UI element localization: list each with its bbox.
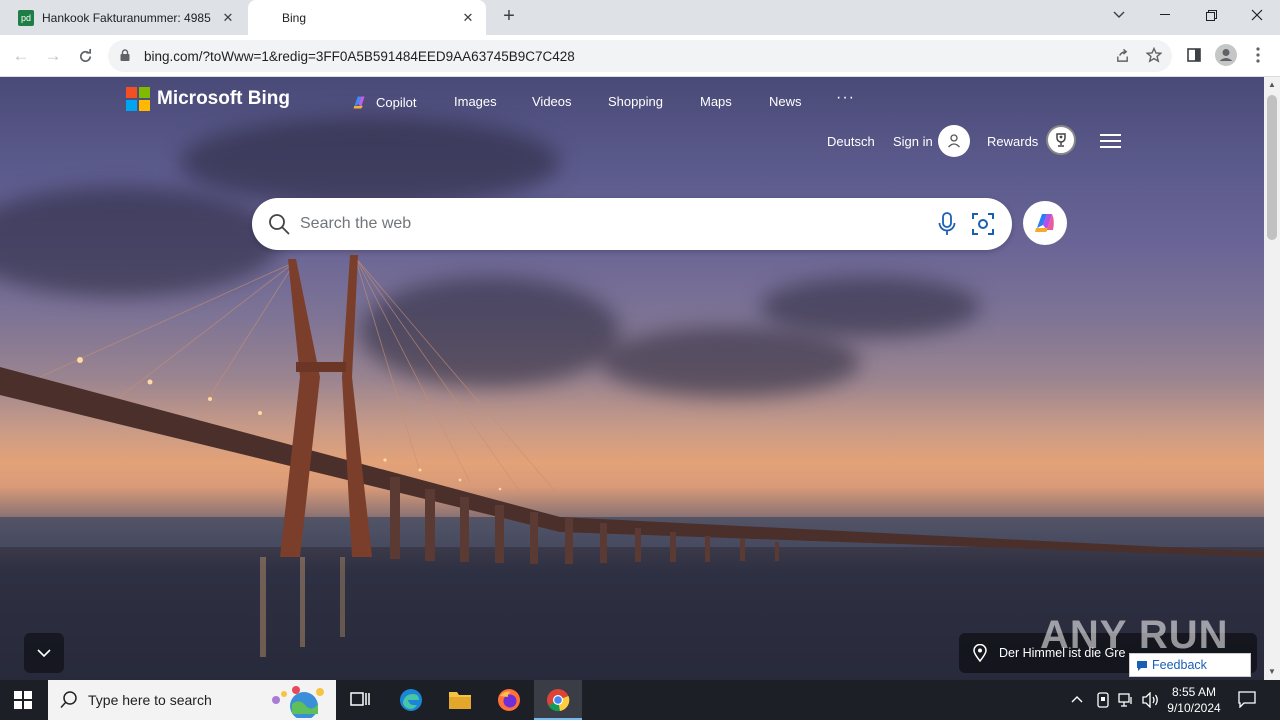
chrome-icon xyxy=(547,689,570,712)
forward-icon[interactable]: → xyxy=(38,41,68,71)
microsoft-logo-icon xyxy=(126,87,150,111)
nav-copilot[interactable]: Copilot xyxy=(351,94,416,111)
usb-device-icon[interactable] xyxy=(1096,692,1110,713)
bing-logo[interactable]: Microsoft Bing xyxy=(126,87,290,111)
document-favicon-icon: pd xyxy=(18,9,34,26)
copilot-icon xyxy=(353,96,365,109)
address-bar[interactable]: bing.com/?toWww=1&redig=3FF0A5B591484EED… xyxy=(108,40,1172,72)
language-link[interactable]: Deutsch xyxy=(827,134,875,149)
tab-strip: pd Hankook Fakturanummer: 4985 ✕ Bing ✕ … xyxy=(0,0,1280,35)
tab-hankook[interactable]: pd Hankook Fakturanummer: 4985 ✕ xyxy=(8,0,246,35)
url-text: bing.com/?toWww=1&redig=3FF0A5B591484EED… xyxy=(144,48,575,64)
windows-taskbar: Type here to search 8:55 AM 9/10/2024 xyxy=(0,680,1280,720)
rewards-trophy-icon[interactable] xyxy=(1046,125,1076,155)
scroll-down-button[interactable] xyxy=(24,633,64,673)
anyrun-watermark: ANY RUN xyxy=(1040,613,1229,657)
search-box xyxy=(252,198,1012,250)
new-tab-icon[interactable]: + xyxy=(498,6,520,28)
notifications-icon[interactable] xyxy=(1238,690,1256,713)
task-view-icon[interactable] xyxy=(350,690,370,715)
bridge-landscape-image xyxy=(0,255,1264,680)
feedback-button[interactable]: Feedback xyxy=(1129,653,1251,677)
firefox-icon[interactable] xyxy=(497,688,521,717)
menu-kebab-icon[interactable] xyxy=(1244,41,1272,69)
reload-icon[interactable] xyxy=(70,41,100,71)
feedback-icon xyxy=(1137,661,1147,671)
search-input[interactable] xyxy=(300,198,900,250)
side-panel-icon[interactable] xyxy=(1180,41,1208,69)
taskbar-search-box[interactable]: Type here to search xyxy=(48,680,336,720)
nav-shopping[interactable]: Shopping xyxy=(608,94,663,109)
search-highlight-globe-icon xyxy=(272,686,324,718)
file-explorer-icon[interactable] xyxy=(448,689,472,716)
copilot-button[interactable] xyxy=(1023,201,1067,245)
tray-overflow-chevron-icon[interactable] xyxy=(1071,692,1083,706)
clock-time: 8:55 AM xyxy=(1171,685,1217,699)
nav-videos[interactable]: Videos xyxy=(532,94,572,109)
rewards-link[interactable]: Rewards xyxy=(987,134,1038,149)
nav-news[interactable]: News xyxy=(769,94,802,109)
microphone-icon[interactable] xyxy=(938,212,956,236)
user-avatar-icon[interactable] xyxy=(938,125,970,157)
volume-icon[interactable] xyxy=(1142,691,1160,713)
restore-icon[interactable] xyxy=(1188,0,1234,30)
scroll-up-arrow-icon[interactable]: ▲ xyxy=(1268,80,1276,89)
lock-icon xyxy=(120,49,130,61)
minimize-icon[interactable] xyxy=(1142,0,1188,30)
tab-search-icon[interactable] xyxy=(1096,0,1142,30)
copilot-logo-icon xyxy=(1035,214,1054,232)
taskbar-search-placeholder: Type here to search xyxy=(88,692,212,708)
scrollbar-thumb[interactable] xyxy=(1267,95,1277,240)
bing-homepage: Microsoft Bing Copilot Images Videos Sho… xyxy=(0,77,1264,680)
sign-in-link[interactable]: Sign in xyxy=(893,134,933,149)
close-window-icon[interactable] xyxy=(1234,0,1280,30)
windows-start-icon[interactable] xyxy=(14,691,32,714)
chevron-down-icon xyxy=(37,649,51,657)
network-icon[interactable] xyxy=(1118,692,1134,713)
tab-title: Hankook Fakturanummer: 4985 xyxy=(42,10,211,25)
profile-avatar-icon[interactable] xyxy=(1212,41,1240,69)
nav-images[interactable]: Images xyxy=(454,94,497,109)
tab-bing[interactable]: Bing ✕ xyxy=(248,0,486,35)
bing-brand-text: Microsoft Bing xyxy=(157,88,290,109)
clock-date: 9/10/2024 xyxy=(1167,701,1221,715)
chrome-taskbar-button[interactable] xyxy=(534,680,582,720)
nav-more[interactable]: ··· xyxy=(836,89,855,107)
back-icon[interactable]: ← xyxy=(6,41,36,71)
tab-title: Bing xyxy=(282,10,307,25)
clock[interactable]: 8:55 AM 9/10/2024 xyxy=(1166,684,1222,716)
nav-maps[interactable]: Maps xyxy=(700,94,732,109)
share-icon[interactable] xyxy=(1108,41,1136,69)
edge-browser-icon[interactable] xyxy=(399,688,423,717)
close-tab-icon[interactable]: ✕ xyxy=(460,10,476,26)
scroll-down-arrow-icon[interactable]: ▼ xyxy=(1268,667,1276,676)
search-icon xyxy=(269,214,290,235)
browser-toolbar: ← → bing.com/?toWww=1&redig=3FF0A5B59148… xyxy=(0,35,1280,77)
bookmark-star-icon[interactable] xyxy=(1140,41,1168,69)
search-icon xyxy=(60,691,77,709)
visual-search-camera-icon[interactable] xyxy=(971,212,995,236)
bing-favicon-icon xyxy=(258,9,274,26)
hamburger-menu-icon[interactable] xyxy=(1100,133,1122,149)
location-pin-icon xyxy=(973,644,987,662)
close-tab-icon[interactable]: ✕ xyxy=(220,10,236,26)
